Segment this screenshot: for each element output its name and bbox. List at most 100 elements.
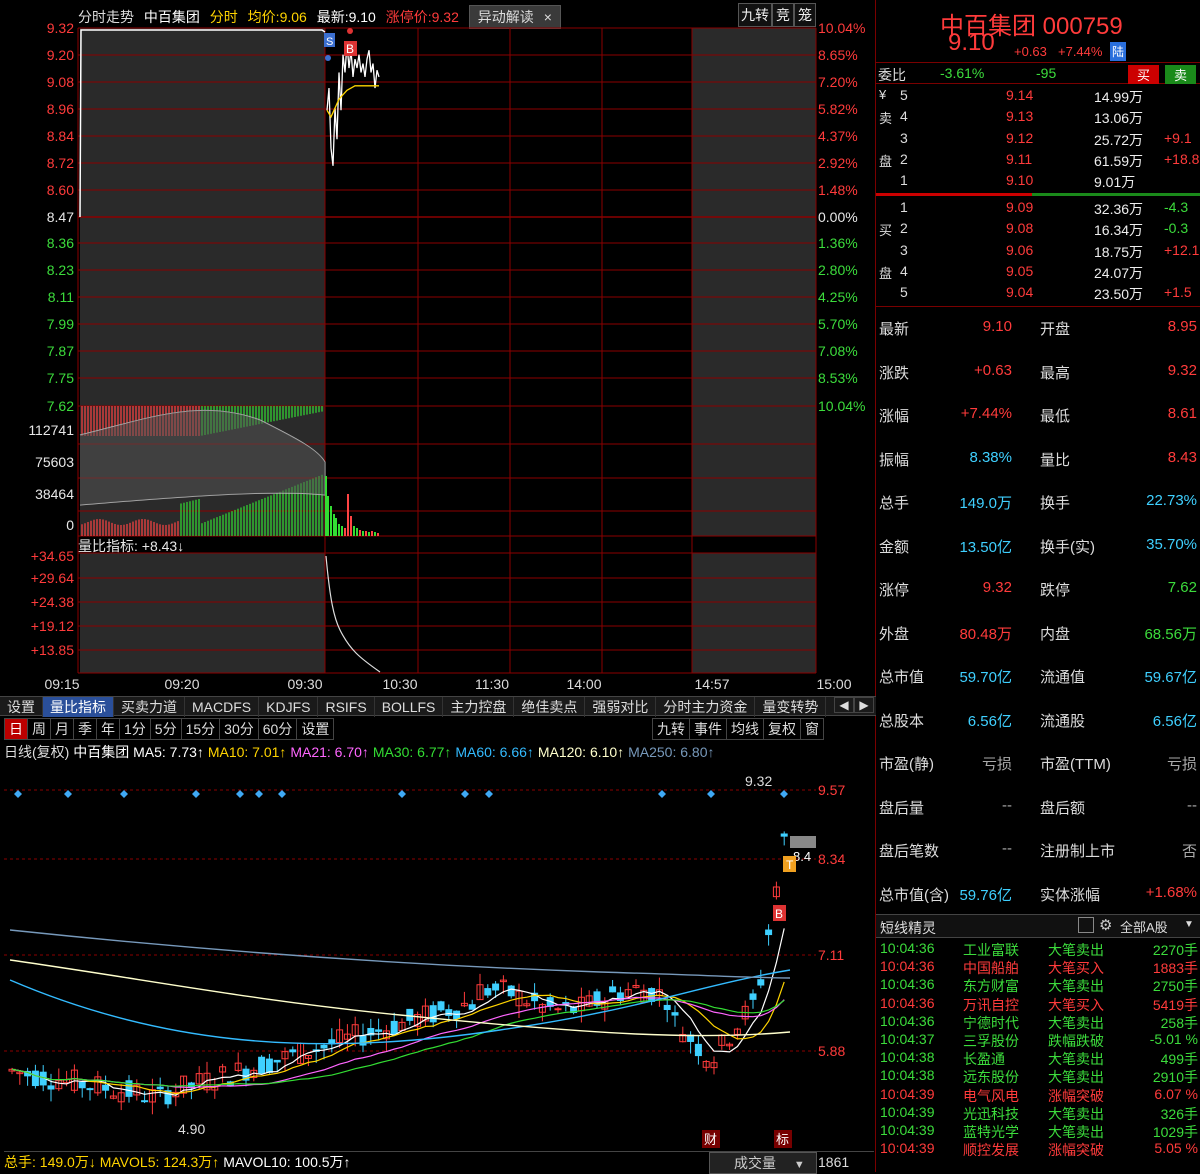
- candle-body[interactable]: [757, 979, 765, 986]
- candle-body[interactable]: [663, 1004, 671, 1011]
- tab-4[interactable]: KDJFS: [259, 697, 319, 717]
- event-marker-icon[interactable]: [780, 790, 788, 798]
- period-tab-10[interactable]: 设置: [296, 718, 335, 740]
- candle-body[interactable]: [102, 1084, 110, 1091]
- tab-left-icon[interactable]: ◀: [834, 697, 854, 713]
- quote-panel: 中百集团 000759 9.10 +0.63 +7.44% 陆 委比 -3.61…: [876, 0, 1200, 1172]
- flash-row[interactable]: 10:04:36 工业富联 大笔卖出 2270手: [876, 940, 1200, 959]
- candle-body[interactable]: [468, 1004, 476, 1010]
- tab-11[interactable]: 量变转势: [755, 697, 827, 717]
- kline-button-3[interactable]: 复权: [763, 718, 801, 740]
- event-marker-icon[interactable]: [485, 790, 493, 798]
- kline-button-4[interactable]: 窗: [800, 718, 824, 740]
- tab-right-icon[interactable]: ▶: [854, 697, 874, 713]
- stat-label: 市盈(TTM): [1040, 756, 1111, 773]
- candle-body[interactable]: [437, 1001, 445, 1011]
- flash-row[interactable]: 10:04:36 中国船舶 大笔买入 1883手: [876, 958, 1200, 977]
- candle-body[interactable]: [273, 1059, 281, 1063]
- tab-7[interactable]: 主力控盘: [443, 697, 515, 717]
- flash-row[interactable]: 10:04:36 东方财富 大笔卖出 2750手: [876, 976, 1200, 995]
- candle-body[interactable]: [78, 1081, 86, 1089]
- tab-10[interactable]: 分时主力资金: [656, 697, 756, 717]
- flash-filter[interactable]: 全部A股: [1120, 917, 1168, 936]
- flash-row[interactable]: 10:04:38 长盈通 大笔卖出 499手: [876, 1049, 1200, 1068]
- candle-body[interactable]: [445, 1009, 453, 1016]
- candle-body[interactable]: [648, 988, 656, 1002]
- period-tab-5[interactable]: 1分: [119, 718, 151, 740]
- kline-button-0[interactable]: 九转: [652, 718, 690, 740]
- vol-total: 总手: 149.0万↓: [4, 1154, 96, 1170]
- kline-button-2[interactable]: 均线: [726, 718, 764, 740]
- flash-row[interactable]: 10:04:36 宁德时代 大笔卖出 258手: [876, 1013, 1200, 1032]
- tab-2[interactable]: 买卖力道: [114, 697, 185, 717]
- event-marker-icon[interactable]: [658, 790, 666, 798]
- period-tab-7[interactable]: 15分: [180, 718, 221, 740]
- candle-body[interactable]: [265, 1058, 273, 1073]
- candle-body[interactable]: [671, 1012, 679, 1016]
- period-tab-3[interactable]: 季: [73, 718, 97, 740]
- tab-8[interactable]: 绝佳卖点: [514, 697, 586, 717]
- tab-5[interactable]: RSIFS: [318, 697, 375, 717]
- tab-9[interactable]: 强弱对比: [585, 697, 657, 717]
- candle-body[interactable]: [765, 929, 773, 936]
- candle-body[interactable]: [31, 1070, 39, 1087]
- tab-0[interactable]: 设置: [0, 697, 43, 717]
- period-tab-9[interactable]: 60分: [257, 718, 298, 740]
- candle-body[interactable]: [780, 833, 788, 837]
- event-marker-icon[interactable]: [707, 790, 715, 798]
- gear-icon[interactable]: ⚙: [1099, 916, 1112, 934]
- candle-body[interactable]: [609, 986, 617, 993]
- event-marker-icon[interactable]: [192, 790, 200, 798]
- flash-row[interactable]: 10:04:39 蓝特光学 大笔卖出 1029手: [876, 1122, 1200, 1141]
- period-tab-1[interactable]: 周: [27, 718, 51, 740]
- candle-body[interactable]: [375, 1029, 383, 1032]
- candle-body[interactable]: [749, 993, 757, 1000]
- candle-body[interactable]: [320, 1044, 328, 1049]
- flash-row[interactable]: 10:04:36 万讯自控 大笔买入 5419手: [876, 995, 1200, 1014]
- tab-6[interactable]: BOLLFS: [375, 697, 444, 717]
- candle-body[interactable]: [484, 988, 492, 996]
- event-marker-icon[interactable]: [398, 790, 406, 798]
- candle-body[interactable]: [86, 1088, 94, 1091]
- event-marker-icon[interactable]: [14, 790, 22, 798]
- event-marker-icon[interactable]: [236, 790, 244, 798]
- candle-body[interactable]: [141, 1100, 149, 1103]
- candle-body[interactable]: [507, 985, 515, 997]
- candle-body[interactable]: [258, 1056, 266, 1074]
- flash-row[interactable]: 10:04:39 电气风电 涨幅突破 6.07 %: [876, 1086, 1200, 1105]
- candle-body[interactable]: [390, 1020, 398, 1035]
- candle-body[interactable]: [492, 983, 500, 991]
- period-tab-4[interactable]: 年: [96, 718, 120, 740]
- event-marker-icon[interactable]: [461, 790, 469, 798]
- tab-1[interactable]: 量比指标: [43, 697, 114, 717]
- buy-level-number: 4: [900, 262, 908, 279]
- flash-row[interactable]: 10:04:39 顺控发展 涨幅突破 5.05 %: [876, 1140, 1200, 1159]
- flash-expand-icon[interactable]: [1078, 917, 1094, 933]
- event-marker-icon[interactable]: [255, 790, 263, 798]
- intraday-chart[interactable]: SB: [0, 0, 876, 700]
- indicator-select[interactable]: 成交量 ▼: [709, 1152, 817, 1174]
- buy-button[interactable]: 买: [1128, 65, 1160, 84]
- event-marker-icon[interactable]: [278, 790, 286, 798]
- tab-3[interactable]: MACDFS: [185, 697, 260, 717]
- period-tab-6[interactable]: 5分: [149, 718, 182, 740]
- candle-body[interactable]: [47, 1085, 55, 1090]
- candle-body[interactable]: [554, 1008, 562, 1011]
- event-marker-icon[interactable]: [120, 790, 128, 798]
- candle-body[interactable]: [406, 1008, 414, 1021]
- flash-row[interactable]: 10:04:39 光迅科技 大笔卖出 326手: [876, 1104, 1200, 1123]
- event-marker-icon[interactable]: [64, 790, 72, 798]
- period-tab-0[interactable]: 日: [4, 718, 28, 740]
- period-tab-2[interactable]: 月: [50, 718, 74, 740]
- kline-chart[interactable]: 9.324.908.4TB财标: [0, 760, 876, 1152]
- stat-label: 涨跌: [879, 364, 910, 382]
- sell-button[interactable]: 卖: [1165, 65, 1197, 84]
- candle-body[interactable]: [694, 1043, 702, 1057]
- candle-body[interactable]: [429, 1005, 437, 1023]
- period-tab-8[interactable]: 30分: [219, 718, 259, 740]
- flash-row[interactable]: 10:04:37 三孚股份 跌幅跌破 -5.01 %: [876, 1031, 1200, 1050]
- candle-body[interactable]: [156, 1086, 164, 1090]
- candle-body[interactable]: [289, 1049, 297, 1053]
- flash-row[interactable]: 10:04:38 远东股份 大笔卖出 2910手: [876, 1067, 1200, 1086]
- kline-button-1[interactable]: 事件: [689, 718, 727, 740]
